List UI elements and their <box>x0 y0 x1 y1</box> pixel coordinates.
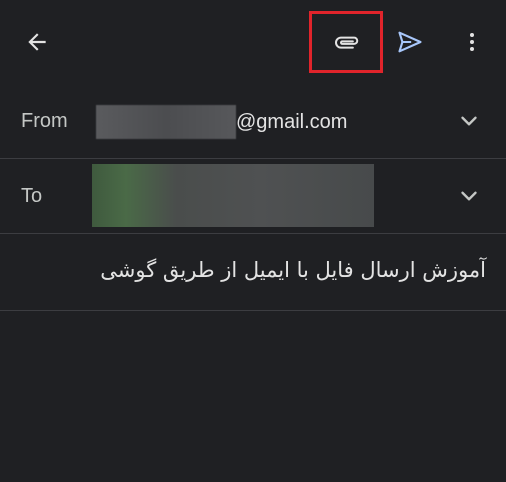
more-options-button[interactable] <box>454 22 490 62</box>
more-vert-icon <box>470 33 474 51</box>
redacted-sender-address <box>96 105 236 139</box>
chevron-down-icon[interactable] <box>456 108 482 134</box>
send-icon <box>398 31 422 53</box>
subject-input[interactable]: آموزش ارسال فایل با ایمیل از طریق گوشی <box>100 258 486 282</box>
message-body-area[interactable] <box>0 311 506 482</box>
compose-toolbar <box>0 0 506 84</box>
sender-email-domain: @gmail.com <box>236 111 348 133</box>
arrow-back-icon <box>28 33 46 51</box>
subject-row[interactable]: آموزش ارسال فایل با ایمیل از طریق گوشی <box>0 234 506 310</box>
redacted-recipient <box>92 164 374 227</box>
send-button[interactable] <box>390 22 430 62</box>
from-label: From <box>21 110 68 132</box>
from-row[interactable]: From @gmail.com <box>0 84 506 158</box>
back-button[interactable] <box>14 22 60 62</box>
attach-file-button[interactable] <box>320 22 372 62</box>
paperclip-icon <box>335 36 359 49</box>
chevron-down-icon[interactable] <box>456 183 482 209</box>
to-row[interactable]: To <box>0 159 506 233</box>
to-label: To <box>21 185 43 207</box>
